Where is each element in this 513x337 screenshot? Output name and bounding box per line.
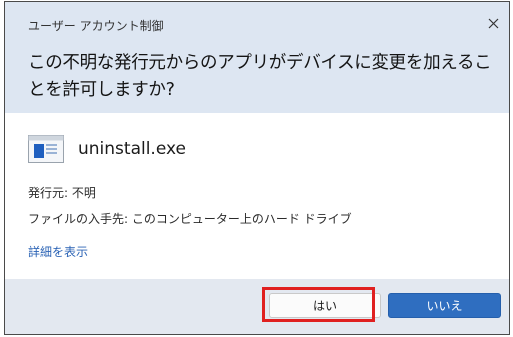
yes-button[interactable]: はい: [269, 293, 381, 318]
app-name: uninstall.exe: [78, 139, 186, 159]
dialog-header: ユーザー アカウント制御 この不明な発行元からのアプリがデバイスに変更を加えるこ…: [5, 2, 509, 113]
no-button[interactable]: いいえ: [388, 293, 501, 318]
file-source-info: ファイルの入手先: このコンピューター上のハード ドライブ: [28, 212, 352, 226]
permission-question: この不明な発行元からのアプリがデバイスに変更を加えることを許可しますか?: [28, 53, 492, 100]
window-title: ユーザー アカウント制御: [28, 19, 164, 33]
dialog-footer: はい いいえ: [5, 279, 509, 334]
publisher-info: 発行元: 不明: [28, 186, 96, 200]
close-button[interactable]: [482, 12, 504, 34]
uac-dialog: ユーザー アカウント制御 この不明な発行元からのアプリがデバイスに変更を加えるこ…: [4, 1, 510, 335]
close-icon: [488, 18, 498, 28]
show-details-link[interactable]: 詳細を表示: [28, 243, 88, 260]
executable-file-icon: [28, 135, 64, 163]
app-row: uninstall.exe: [28, 135, 186, 163]
